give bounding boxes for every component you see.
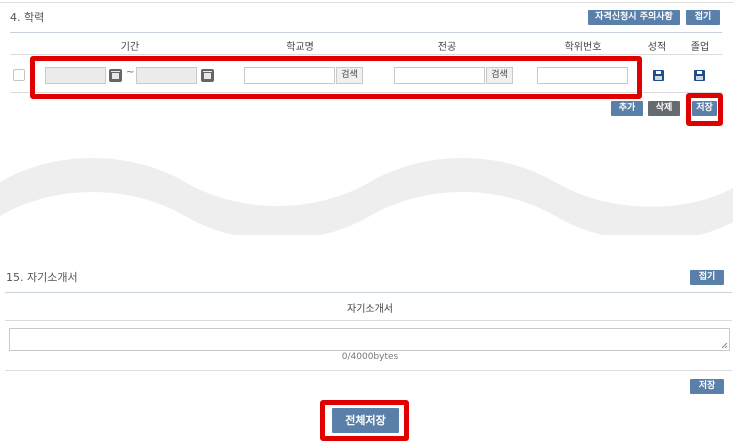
self-intro-column-header: 자기소개서 <box>347 304 393 315</box>
section-break-wave <box>0 158 733 235</box>
column-header-school: 학교명 <box>286 42 314 53</box>
self-intro-save-button[interactable]: 저장 <box>690 379 724 394</box>
period-start-input[interactable] <box>45 67 106 84</box>
table-bottom-border <box>10 92 722 93</box>
self-intro-section-title: 15. 자기소개서 <box>6 271 78 284</box>
calendar-end-icon[interactable] <box>201 69 214 82</box>
period-separator: ~ <box>126 67 135 78</box>
table-top-border <box>10 32 722 33</box>
column-header-graduation: 졸업 <box>690 42 710 53</box>
top-divider <box>0 2 733 3</box>
self-intro-table-bottom-border <box>5 370 732 371</box>
column-header-degree-number: 학위번호 <box>564 42 602 53</box>
calendar-start-icon[interactable] <box>109 69 122 82</box>
grades-save-icon[interactable] <box>653 70 664 81</box>
education-section-title: 4. 학력 <box>10 11 45 24</box>
major-search-button[interactable]: 검색 <box>486 67 513 84</box>
degree-number-input[interactable] <box>537 67 628 84</box>
column-header-period: 기간 <box>120 42 140 53</box>
column-header-grades: 성적 <box>647 42 667 53</box>
resize-handle-icon[interactable] <box>721 342 728 349</box>
self-intro-header-divider <box>5 320 732 321</box>
add-button[interactable]: 추가 <box>611 101 643 116</box>
school-search-button[interactable]: 검색 <box>336 67 363 84</box>
table-header-divider <box>10 54 722 55</box>
period-end-input[interactable] <box>136 67 197 84</box>
column-header-major: 전공 <box>437 42 457 53</box>
save-all-button[interactable]: 전체저장 <box>332 408 399 433</box>
row-checkbox[interactable] <box>13 69 25 81</box>
education-save-button[interactable]: 저장 <box>692 101 717 116</box>
self-intro-textarea[interactable] <box>9 328 730 351</box>
self-intro-collapse-button[interactable]: 접기 <box>690 270 724 285</box>
school-name-input[interactable] <box>244 67 335 84</box>
delete-button[interactable]: 삭제 <box>648 101 680 116</box>
major-input[interactable] <box>394 67 485 84</box>
self-intro-char-count: 0/4000bytes <box>341 352 399 362</box>
education-collapse-button[interactable]: 접기 <box>686 10 720 25</box>
self-intro-table-top-border <box>5 292 732 293</box>
notice-button[interactable]: 자격신청시 주의사항 <box>588 10 680 25</box>
graduation-save-icon[interactable] <box>694 70 705 81</box>
